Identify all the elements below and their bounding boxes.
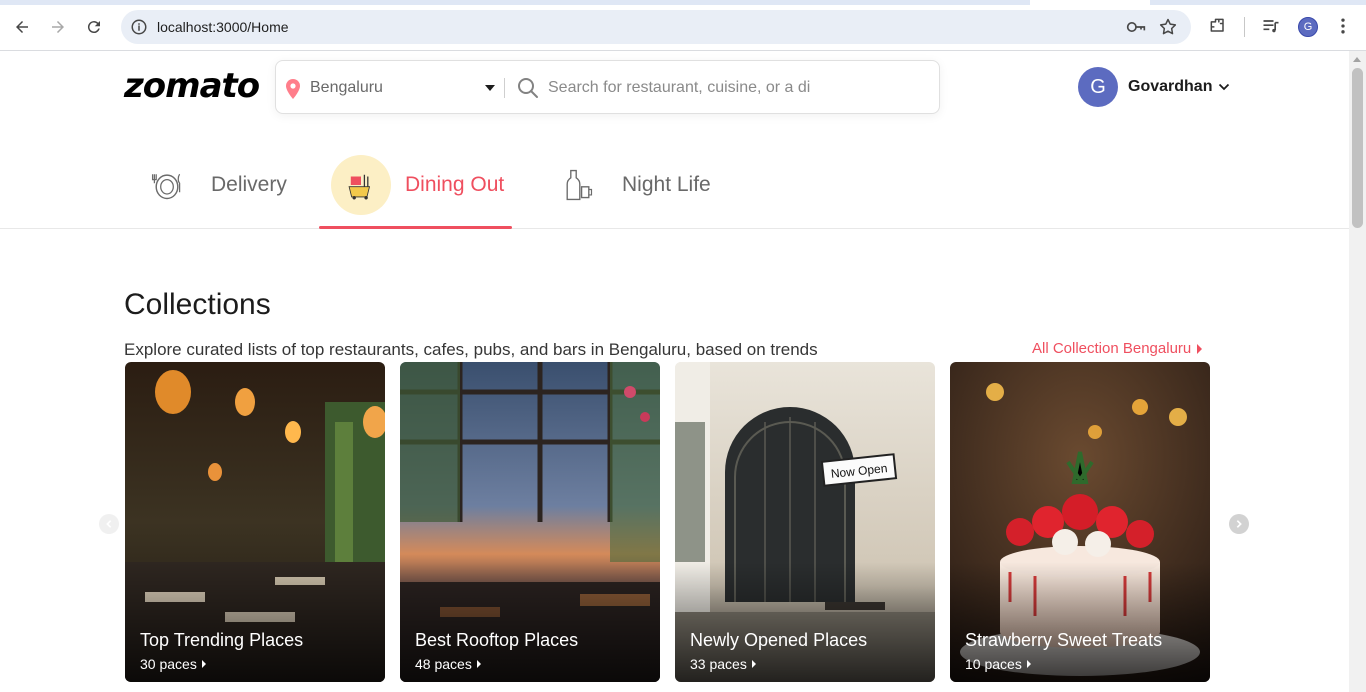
chevron-right-icon bbox=[1236, 520, 1242, 528]
collection-card-count: 48 paces bbox=[415, 656, 481, 672]
collection-card-count-text: 33 paces bbox=[690, 656, 747, 672]
toolbar-separator bbox=[1244, 17, 1245, 37]
user-menu[interactable]: G Govardhan bbox=[1078, 67, 1230, 107]
collection-card-count: 10 paces bbox=[965, 656, 1031, 672]
puzzle-icon bbox=[1210, 18, 1224, 32]
extensions-button[interactable] bbox=[1206, 14, 1230, 38]
collection-card[interactable]: Top Trending Places 30 paces bbox=[125, 362, 385, 682]
user-name[interactable]: Govardhan bbox=[1128, 78, 1212, 96]
all-collections-link-label[interactable]: All Collection Bengaluru bbox=[1032, 340, 1191, 357]
tab-night-life[interactable]: Night Life bbox=[548, 140, 711, 229]
collection-card-title: Strawberry Sweet Treats bbox=[965, 630, 1163, 650]
active-browser-tab[interactable] bbox=[1030, 0, 1150, 5]
forward-arrow-icon bbox=[52, 21, 64, 33]
reload-button[interactable] bbox=[81, 14, 107, 40]
collection-card-count: 30 paces bbox=[140, 656, 206, 672]
caret-right-icon bbox=[1197, 343, 1203, 354]
collection-card[interactable]: Strawberry Sweet Treats 10 paces bbox=[950, 362, 1210, 682]
caret-right-icon bbox=[201, 660, 206, 668]
browser-menu-button[interactable] bbox=[1331, 14, 1355, 38]
collection-card[interactable]: Now Open Newly Opened Places 33 paces bbox=[675, 362, 935, 682]
reload-icon bbox=[87, 21, 100, 34]
chevron-left-icon bbox=[106, 520, 112, 528]
scroll-up-arrow-icon[interactable] bbox=[1353, 57, 1361, 62]
tab-night-life-label: Night Life bbox=[622, 172, 711, 196]
bookmark-star-icon[interactable] bbox=[1158, 17, 1178, 37]
collection-card-title: Newly Opened Places bbox=[690, 630, 868, 650]
url-text[interactable]: localhost:3000/Home bbox=[157, 19, 289, 35]
page-scrollbar[interactable] bbox=[1349, 51, 1366, 692]
zomato-logo[interactable]: zomato bbox=[124, 66, 260, 106]
collection-card-count-text: 30 paces bbox=[140, 656, 197, 672]
collection-card-title: Best Rooftop Places bbox=[415, 630, 579, 650]
collections-heading: Collections bbox=[124, 288, 271, 321]
search-input[interactable] bbox=[548, 74, 928, 102]
location-selector[interactable]: Bengaluru bbox=[310, 79, 383, 97]
more-vertical-icon bbox=[1341, 18, 1345, 34]
media-control-button[interactable] bbox=[1259, 14, 1283, 38]
tab-dining-out[interactable]: Dining Out bbox=[331, 140, 504, 229]
chevron-down-icon[interactable] bbox=[1218, 81, 1230, 93]
carousel-next-button[interactable] bbox=[1229, 514, 1249, 534]
collection-card-count: 33 paces bbox=[690, 656, 756, 672]
collections-subtitle: Explore curated lists of top restaurants… bbox=[124, 340, 818, 359]
browser-profile-avatar[interactable]: G bbox=[1298, 17, 1318, 37]
collection-card-count-text: 48 paces bbox=[415, 656, 472, 672]
collection-card[interactable]: Best Rooftop Places 48 paces bbox=[400, 362, 660, 682]
back-button[interactable] bbox=[9, 14, 35, 40]
search-icon bbox=[518, 78, 538, 98]
password-key-icon[interactable] bbox=[1126, 18, 1146, 36]
browser-toolbar: localhost:3000/Home G bbox=[0, 0, 1366, 51]
location-pin-icon bbox=[286, 79, 300, 99]
site-info-icon[interactable] bbox=[130, 18, 148, 36]
search-bar: Bengaluru bbox=[275, 60, 940, 114]
forward-button[interactable] bbox=[45, 14, 71, 40]
back-arrow-icon bbox=[16, 21, 28, 33]
caret-right-icon bbox=[476, 660, 481, 668]
scrollbar-thumb[interactable] bbox=[1352, 68, 1363, 228]
user-avatar[interactable]: G bbox=[1078, 67, 1118, 107]
caret-right-icon bbox=[1026, 660, 1031, 668]
tab-delivery-label: Delivery bbox=[211, 172, 287, 196]
carousel-prev-button[interactable] bbox=[99, 514, 119, 534]
location-dropdown-caret-icon[interactable] bbox=[485, 85, 495, 91]
address-bar[interactable]: localhost:3000/Home bbox=[121, 10, 1191, 44]
delivery-icon bbox=[137, 155, 197, 215]
caret-right-icon bbox=[751, 660, 756, 668]
playlist-music-icon bbox=[1263, 20, 1279, 33]
tab-delivery[interactable]: Delivery bbox=[137, 140, 287, 229]
collection-card-count-text: 10 paces bbox=[965, 656, 1022, 672]
collection-card-title: Top Trending Places bbox=[140, 630, 304, 650]
search-divider bbox=[504, 78, 505, 98]
service-tabs: Delivery Dining Out Night Life bbox=[0, 140, 1349, 229]
dining-out-icon bbox=[331, 154, 391, 215]
tab-strip bbox=[0, 0, 1366, 5]
all-collections-link[interactable]: All Collection Bengaluru bbox=[1032, 340, 1203, 357]
tab-dining-out-label: Dining Out bbox=[405, 172, 505, 196]
night-life-icon bbox=[548, 155, 608, 215]
active-tab-indicator bbox=[319, 226, 512, 229]
